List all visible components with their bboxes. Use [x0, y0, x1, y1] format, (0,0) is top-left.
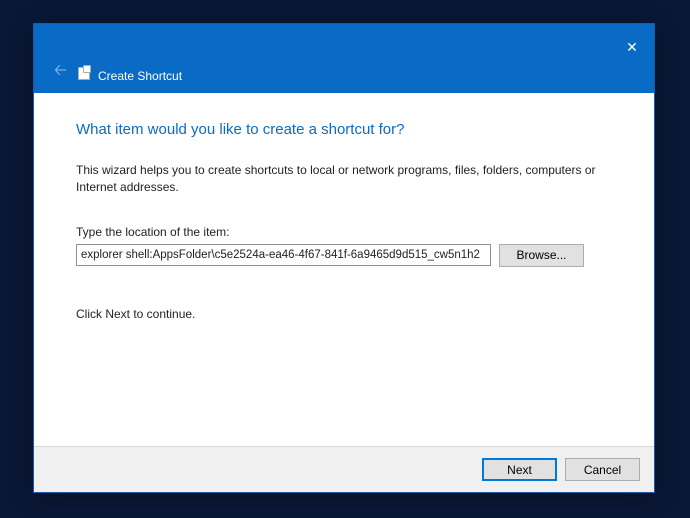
cancel-button[interactable]: Cancel	[565, 458, 640, 481]
input-row: Browse...	[76, 244, 612, 267]
window-title: Create Shortcut	[98, 69, 182, 83]
back-arrow-icon[interactable]: 🡠	[54, 63, 67, 79]
button-bar: Next Cancel	[34, 446, 654, 492]
close-icon[interactable]: ✕	[610, 32, 654, 62]
location-label: Type the location of the item:	[76, 225, 612, 239]
next-hint-text: Click Next to continue.	[76, 307, 612, 321]
next-button[interactable]: Next	[482, 458, 557, 481]
shortcut-icon	[78, 67, 90, 80]
location-input[interactable]	[76, 244, 491, 266]
description-text: This wizard helps you to create shortcut…	[76, 162, 612, 197]
page-heading: What item would you like to create a sho…	[76, 121, 612, 138]
browse-button[interactable]: Browse...	[499, 244, 584, 267]
title-bar: ✕ 🡠 Create Shortcut	[34, 24, 654, 93]
content-area: What item would you like to create a sho…	[34, 93, 654, 321]
create-shortcut-dialog: ✕ 🡠 Create Shortcut What item would you …	[33, 23, 655, 493]
